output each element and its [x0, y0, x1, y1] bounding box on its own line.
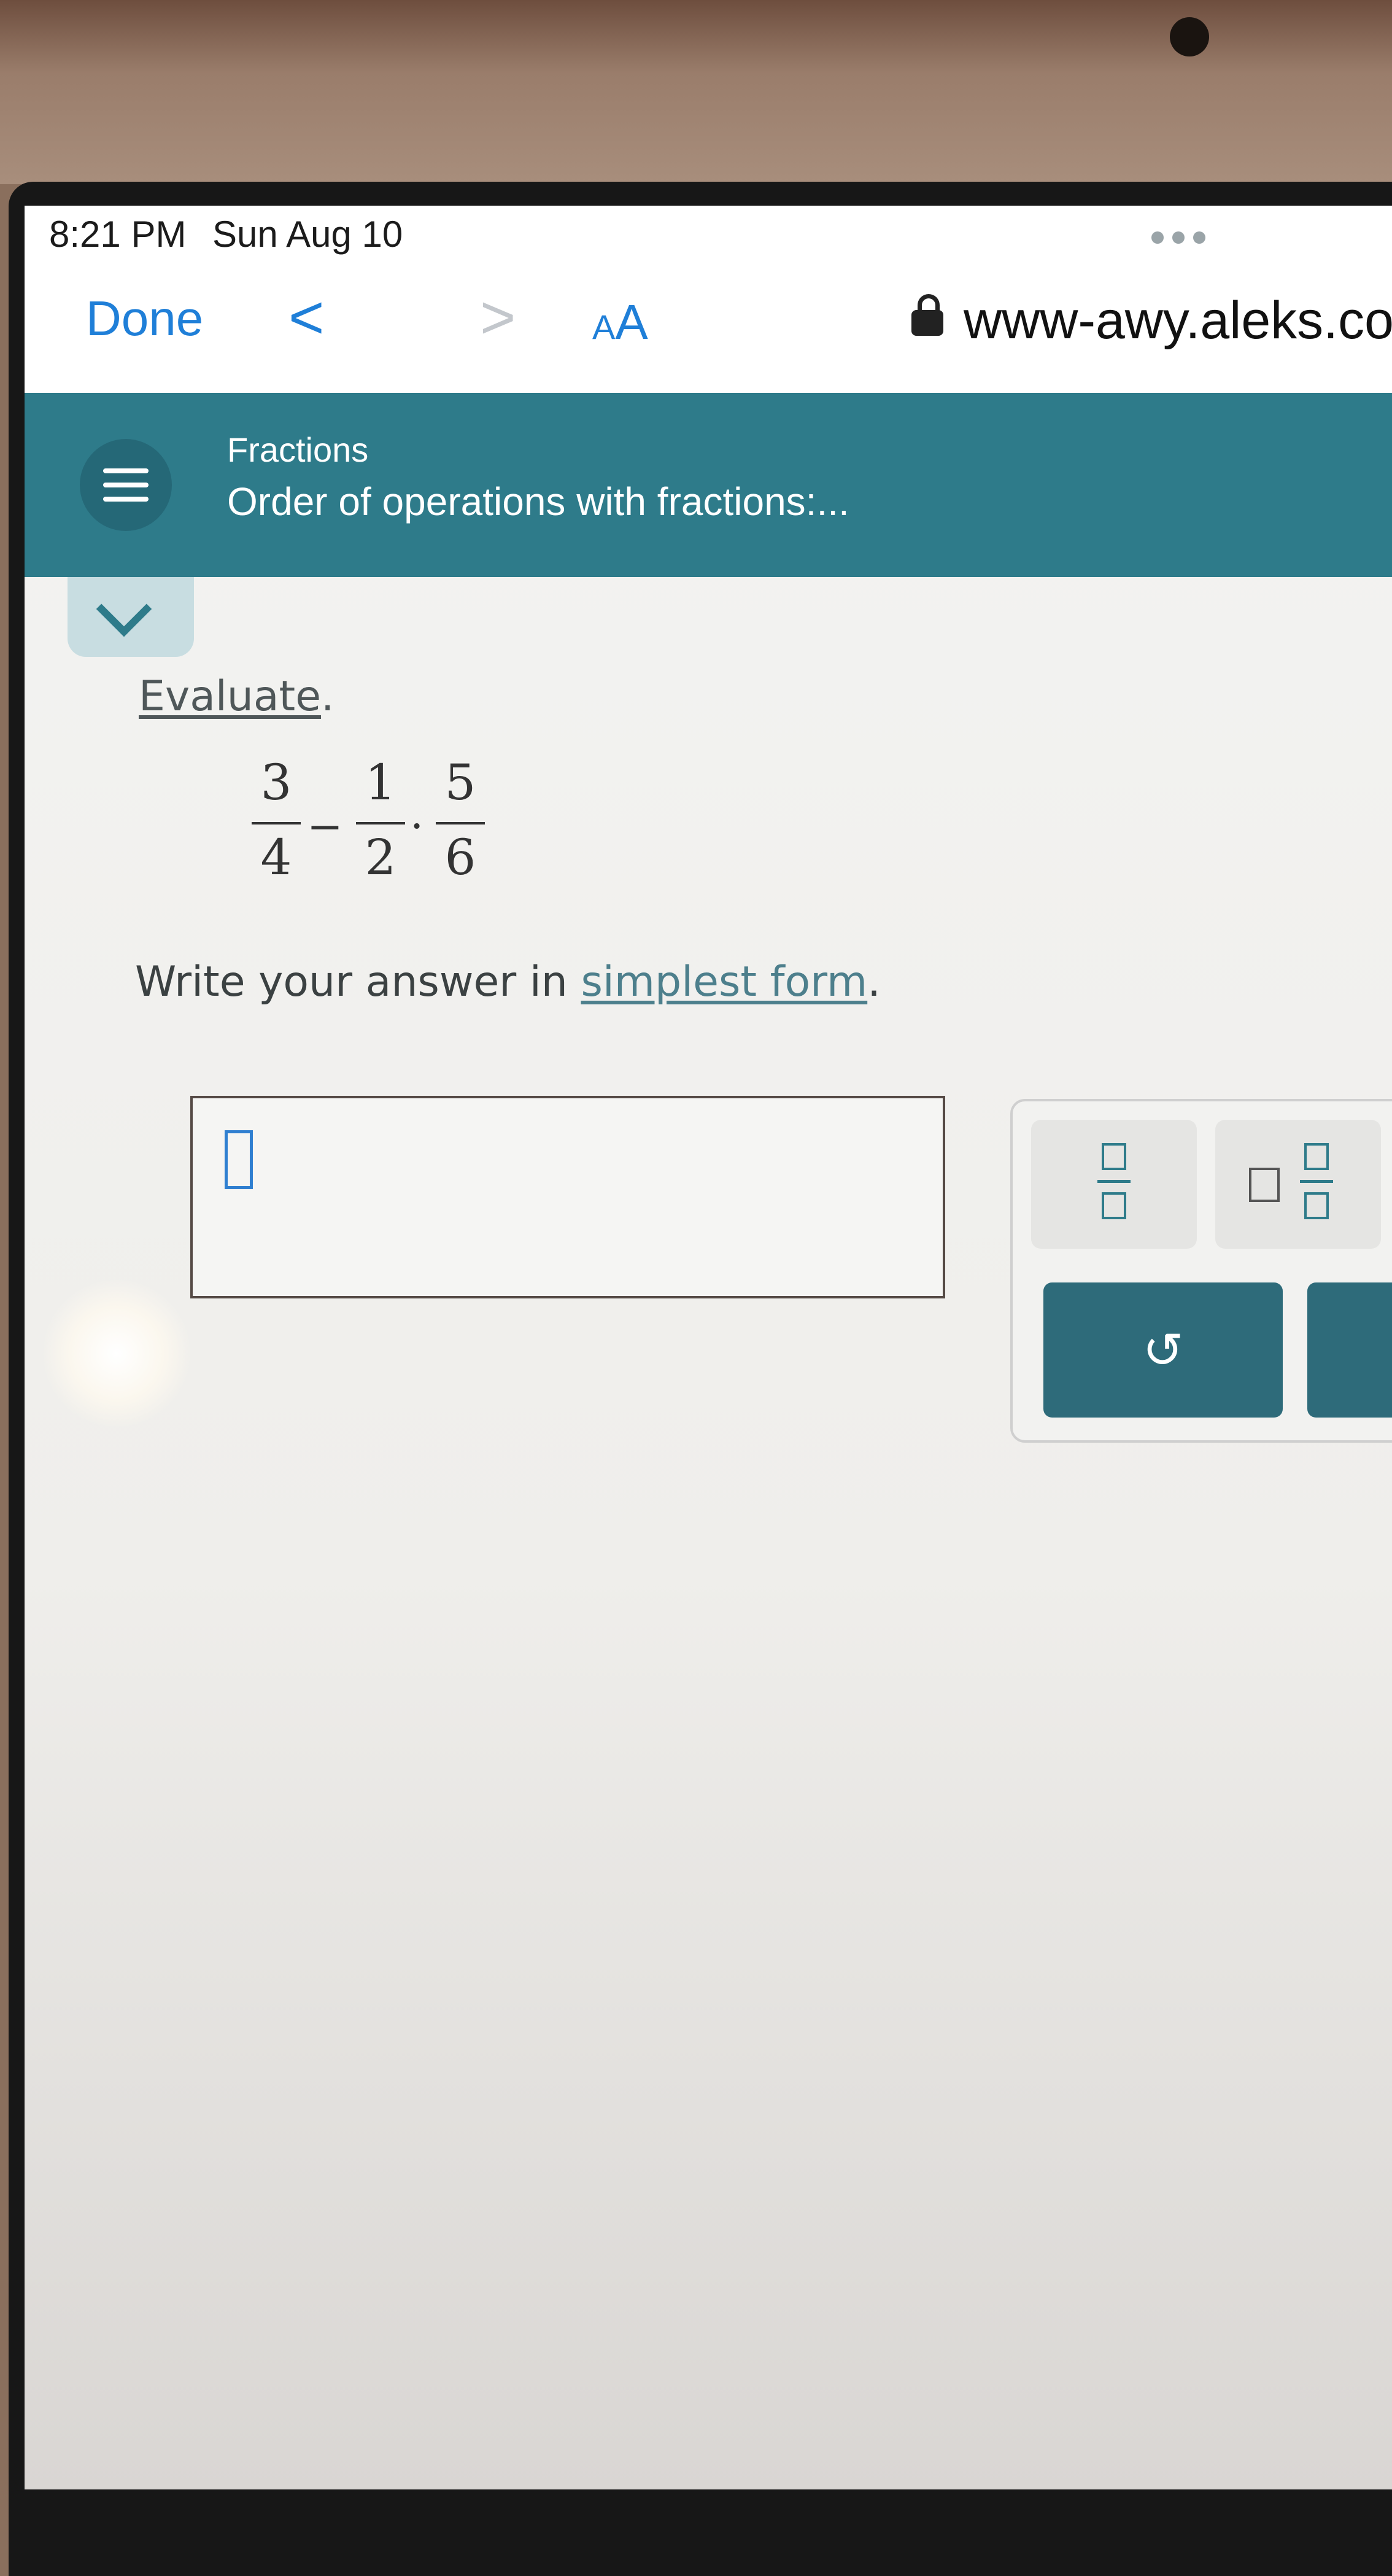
- chevron-down-icon: [96, 581, 152, 637]
- collapse-toggle[interactable]: [68, 577, 194, 657]
- text-size-button[interactable]: AA: [592, 294, 648, 351]
- answer-input[interactable]: [190, 1096, 945, 1298]
- undo-icon: ↺: [1142, 1322, 1184, 1378]
- fraction-five-sixths: 56: [436, 758, 485, 882]
- menu-icon[interactable]: [80, 439, 172, 531]
- status-date: Sun Aug 10: [212, 214, 403, 255]
- screen-glare: [43, 1280, 190, 1427]
- topic-title: Fractions: [227, 430, 369, 469]
- simplest-form-link[interactable]: simplest form: [581, 958, 867, 1006]
- status-bar: 8:21 PM Sun Aug 10: [25, 206, 1392, 273]
- url-field[interactable]: www-awy.aleks.com: [964, 290, 1392, 351]
- mixed-number-button[interactable]: [1215, 1120, 1381, 1249]
- dot-operator: ·: [410, 801, 424, 852]
- done-button[interactable]: Done: [86, 290, 203, 347]
- problem-prompt: Evaluate.: [139, 672, 334, 721]
- instruction-text: Write your answer in simplest form.: [135, 958, 881, 1006]
- multitask-dots-icon[interactable]: [1151, 231, 1205, 244]
- keypad-action-button[interactable]: [1307, 1282, 1392, 1418]
- tablet-screen: 8:21 PM Sun Aug 10 Done < > AA www-awy.a…: [25, 206, 1392, 2489]
- camera-lens: [1170, 17, 1209, 56]
- mixed-number-icon: [1249, 1168, 1280, 1202]
- undo-button[interactable]: ↺: [1043, 1282, 1283, 1418]
- topic-header: Fractions Order of operations with fract…: [25, 393, 1392, 577]
- fraction-icon: [1102, 1143, 1126, 1170]
- math-keypad: ↺: [1010, 1099, 1392, 1443]
- status-time: 8:21 PM: [49, 214, 187, 255]
- minus-operator: −: [307, 801, 343, 852]
- input-placeholder-box: [225, 1130, 253, 1189]
- forward-arrow-icon[interactable]: >: [480, 287, 516, 348]
- fraction-three-fourths: 34: [252, 758, 301, 882]
- fraction-button[interactable]: [1031, 1120, 1197, 1249]
- subtopic-title: Order of operations with fractions:...: [227, 479, 849, 524]
- lock-icon: [911, 294, 943, 336]
- back-arrow-icon[interactable]: <: [288, 287, 324, 348]
- evaluate-link[interactable]: Evaluate: [139, 672, 321, 721]
- fraction-one-half: 12: [356, 758, 405, 882]
- browser-toolbar: Done < > AA www-awy.aleks.com: [25, 273, 1392, 393]
